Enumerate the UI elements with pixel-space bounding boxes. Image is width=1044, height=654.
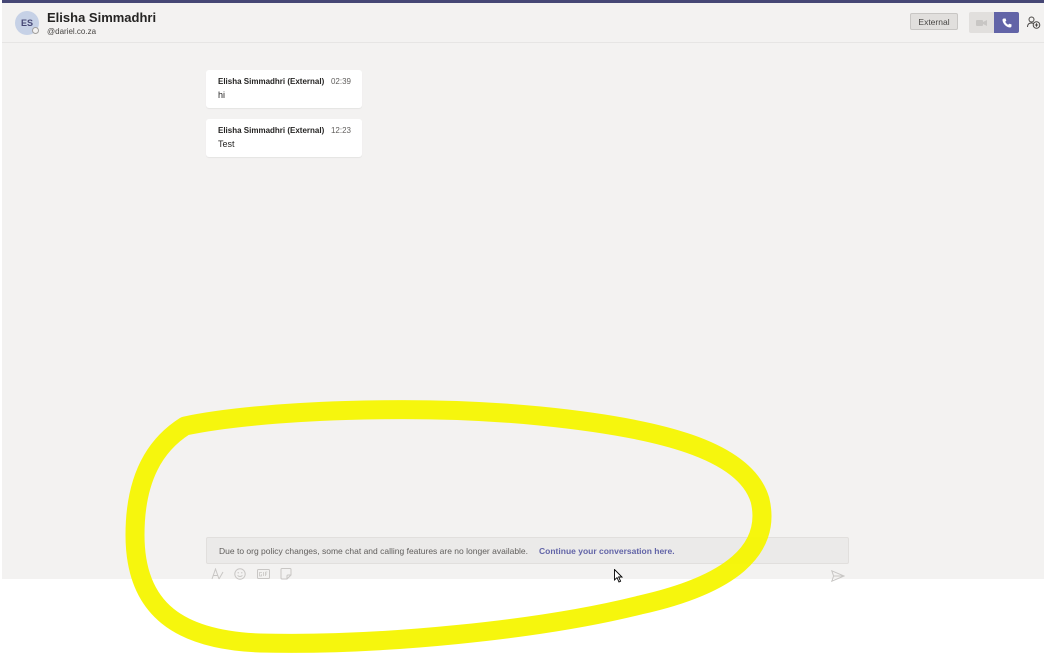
sticker-icon bbox=[280, 568, 292, 580]
presence-status-icon bbox=[32, 27, 39, 34]
contact-handle: @dariel.co.za bbox=[47, 27, 97, 36]
continue-conversation-link[interactable]: Continue your conversation here. bbox=[539, 546, 675, 556]
compose-toolbar bbox=[210, 567, 293, 581]
policy-notice-text: Due to org policy changes, some chat and… bbox=[219, 545, 529, 556]
send-icon bbox=[830, 569, 846, 583]
chat-window: ES Elisha Simmadhri @dariel.co.za Extern… bbox=[2, 0, 1044, 583]
format-button[interactable] bbox=[210, 567, 224, 581]
video-call-button[interactable] bbox=[969, 12, 994, 33]
contact-name[interactable]: Elisha Simmadhri bbox=[47, 10, 156, 25]
emoji-button[interactable] bbox=[233, 567, 247, 581]
message-author: Elisha Simmadhri (External) bbox=[218, 77, 325, 86]
policy-notice: Due to org policy changes, some chat and… bbox=[206, 537, 849, 564]
add-people-button[interactable] bbox=[1026, 14, 1042, 30]
chat-header: ES Elisha Simmadhri @dariel.co.za Extern… bbox=[2, 3, 1044, 43]
message-text: Test bbox=[218, 139, 235, 149]
send-button[interactable] bbox=[830, 569, 846, 583]
message-bubble[interactable]: Elisha Simmadhri (External) 02:39 hi bbox=[206, 70, 362, 108]
message-bubble[interactable]: Elisha Simmadhri (External) 12:23 Test bbox=[206, 119, 362, 157]
external-badge: External bbox=[910, 13, 958, 30]
message-time: 02:39 bbox=[330, 77, 351, 86]
gif-button[interactable] bbox=[256, 567, 270, 581]
mouse-cursor-icon bbox=[614, 569, 624, 583]
audio-call-button[interactable] bbox=[994, 12, 1019, 33]
emoji-icon bbox=[234, 568, 246, 580]
sticker-button[interactable] bbox=[279, 567, 293, 581]
avatar-initials: ES bbox=[20, 18, 33, 28]
message-author: Elisha Simmadhri (External) bbox=[218, 126, 325, 135]
phone-icon bbox=[1001, 18, 1011, 28]
add-people-icon bbox=[1027, 16, 1041, 29]
format-icon bbox=[211, 568, 223, 580]
video-camera-icon bbox=[976, 19, 987, 26]
message-time: 12:23 bbox=[330, 126, 351, 135]
gif-icon bbox=[256, 569, 270, 579]
external-badge-label: External bbox=[918, 16, 950, 27]
message-text: hi bbox=[218, 90, 226, 100]
